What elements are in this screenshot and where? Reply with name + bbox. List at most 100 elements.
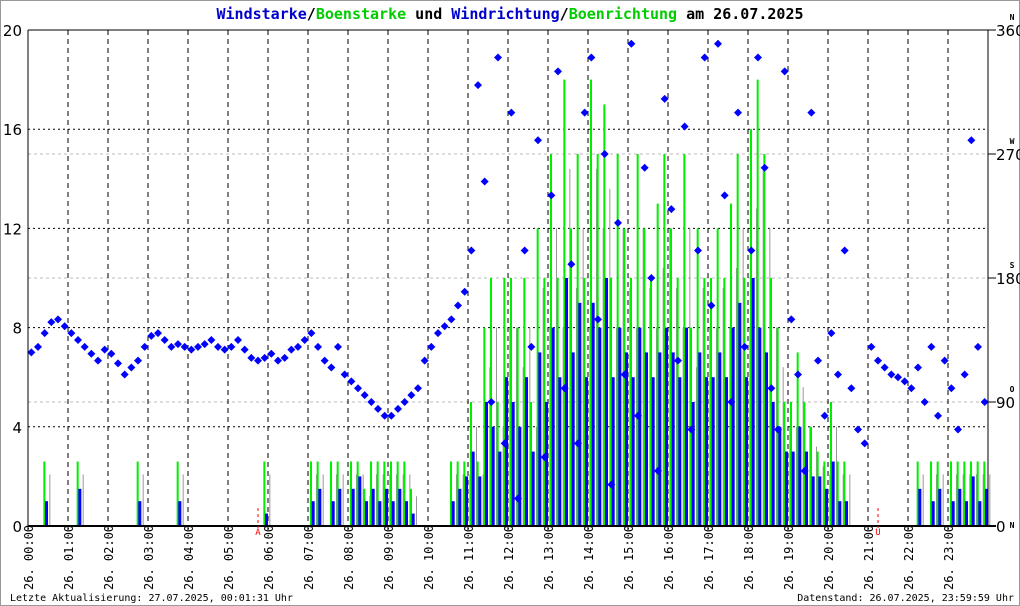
y-left-tick-label: 12 (3, 220, 22, 238)
wind-bar (378, 501, 382, 526)
wind-bar (818, 476, 822, 526)
wind-bar (465, 476, 468, 526)
wind-direction-point (680, 122, 689, 131)
wind-bar (678, 377, 682, 526)
wind-direction-point (580, 108, 589, 117)
wind-bar (398, 488, 402, 526)
x-tick-label: 26. 02:00 (102, 525, 116, 590)
wind-chart: Windstarke/Boenstarke und Windrichtung/B… (3, 5, 1020, 604)
wind-direction-point (934, 411, 942, 420)
gust-bar-trace (269, 474, 271, 526)
wind-direction-point (720, 191, 729, 200)
wind-bar (178, 501, 182, 526)
wind-direction-point (480, 177, 489, 186)
x-tick-label: 26. 07:00 (302, 525, 316, 590)
y-right-tick-label: 360 (996, 22, 1020, 40)
x-tick-label: 26. 22:00 (902, 525, 916, 590)
wind-bar (971, 476, 975, 526)
wind-direction-point (394, 404, 402, 413)
wind-bar (805, 451, 808, 526)
wind-bar (605, 278, 608, 526)
gust-bar-trace (82, 474, 84, 526)
wind-direction-point (134, 356, 142, 365)
wind-bar (831, 461, 835, 526)
wind-bar (965, 501, 968, 526)
wind-direction-point (434, 329, 442, 338)
wind-bar (778, 426, 782, 526)
gust-bar-trace (942, 474, 944, 526)
wind-bar (758, 327, 762, 526)
wind-bar (78, 488, 82, 526)
x-tick-label: 26. 10:00 (422, 525, 436, 590)
title-part: / (560, 5, 569, 23)
data-state-text: Datenstand: 26.07.2025, 23:59:59 Uhr (797, 593, 1014, 604)
wind-direction-point (460, 287, 469, 296)
wind-direction-point (100, 345, 109, 354)
compass-label: O (1010, 385, 1015, 394)
compass-label: S (1010, 261, 1015, 270)
wind-bar (451, 501, 455, 526)
wind-direction-point (660, 94, 669, 103)
wind-direction-point (314, 342, 322, 351)
wind-bar (751, 278, 755, 526)
wind-bar (791, 451, 795, 526)
wind-bar (265, 513, 268, 526)
wind-direction-point (640, 163, 649, 172)
gust-bar-trace (182, 474, 184, 526)
wind-direction-point (674, 356, 682, 365)
wind-bar (358, 476, 362, 526)
wind-direction-point (600, 150, 609, 158)
wind-direction-point (487, 398, 496, 406)
wind-bar (838, 501, 842, 526)
x-tick-label: 26. 12:00 (502, 525, 516, 590)
wind-direction-point (547, 191, 556, 200)
wind-bar (371, 488, 375, 526)
wind-direction-point (340, 370, 349, 379)
wind-direction-point (40, 329, 49, 338)
wind-bar (518, 426, 522, 526)
wind-direction-point (734, 108, 742, 117)
wind-direction-point (267, 349, 276, 358)
wind-bar (578, 302, 582, 526)
wind-direction-point (334, 342, 342, 351)
wind-direction-point (420, 356, 429, 365)
wind-bar (658, 352, 662, 526)
wind-direction-point (667, 205, 676, 214)
wind-direction-point (767, 384, 776, 393)
wind-direction-point (527, 342, 536, 351)
wind-bar (525, 377, 528, 526)
wind-direction-point (127, 363, 136, 372)
wind-direction-point (520, 246, 529, 255)
wind-direction-point (780, 67, 789, 76)
compass-label: N (1010, 521, 1015, 530)
wind-direction-point (160, 336, 169, 344)
wind-bar (491, 426, 495, 526)
title-part: und (406, 5, 451, 23)
wind-bar (825, 488, 828, 526)
wind-direction-point (534, 136, 542, 145)
wind-direction-point (234, 336, 242, 344)
wind-direction-point (747, 246, 756, 255)
y-left-tick-label: 0 (12, 518, 22, 536)
wind-direction-point (827, 329, 836, 338)
wind-bar (785, 451, 788, 526)
wind-direction-point (240, 345, 249, 354)
title-part: Windrichtung (451, 5, 559, 23)
wind-bar (338, 488, 342, 526)
wind-direction-point (427, 342, 436, 351)
wind-direction-point (567, 260, 576, 269)
wind-bar (618, 327, 622, 526)
wind-bar (705, 377, 708, 526)
wind-direction-point (854, 425, 862, 434)
gust-bar-trace (922, 474, 924, 526)
wind-direction-point (960, 370, 969, 379)
wind-bar (738, 302, 742, 526)
compass-label: W (1010, 137, 1015, 146)
wind-direction-point (754, 53, 762, 62)
sun-marker-label: U (875, 528, 880, 538)
wind-direction-point (320, 356, 329, 365)
wind-direction-point (440, 322, 449, 331)
wind-bar (571, 352, 575, 526)
wind-direction-point (900, 377, 909, 386)
wind-bar (625, 352, 628, 526)
